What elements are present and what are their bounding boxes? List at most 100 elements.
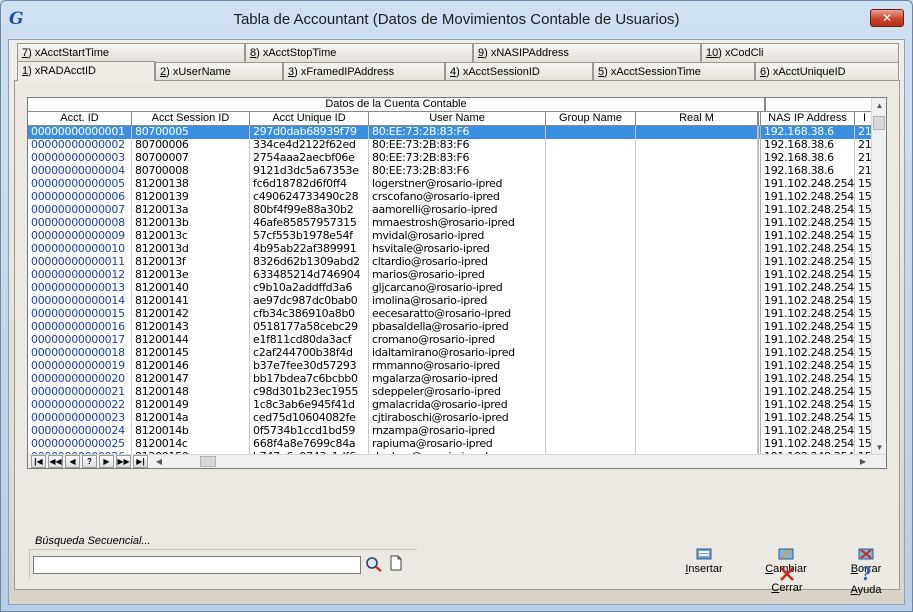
vertical-scrollbar[interactable]: ▲ ▼ xyxy=(871,98,886,456)
table-row[interactable]: 00000000000009 8120013c 57cf553b1978e54f mv… xyxy=(28,230,873,243)
tab-rad-acct-id[interactable]: 1) xRADAcctID xyxy=(17,61,155,81)
tab-label: ) xNASIPAddress xyxy=(484,47,569,59)
table-row[interactable]: 00000000000015 81200142 cfb34c386910a8b0 ee… xyxy=(28,308,873,321)
data-grid[interactable]: Datos de la Cuenta Contable Acct. ID Acct… xyxy=(27,97,887,469)
table-row[interactable]: 00000000000010 8120013d 4b95ab22af389991 hs… xyxy=(28,243,873,256)
table-row[interactable]: 00000000000006 81200139 c490624733490c28 cr… xyxy=(28,191,873,204)
next-page-button[interactable]: ▶▶ xyxy=(116,455,131,468)
col-nas-ip-address-cell: 191.102.248.254 xyxy=(758,386,855,399)
first-record-button[interactable]: |◀ xyxy=(31,455,46,468)
tab-cod-cli[interactable]: 10) xCodCli xyxy=(701,43,899,62)
table-row[interactable]: 00000000000008 8120013b 46afe85857957315 mm… xyxy=(28,217,873,230)
col-user-name-cell: cjtiraboschi@rosario-ipred xyxy=(369,412,546,425)
col-real-m-cell xyxy=(636,217,758,230)
prev-page-button[interactable]: ◀◀ xyxy=(48,455,63,468)
col-nas-ip-address-cell: 191.102.248.254 xyxy=(758,269,855,282)
col-nas-ip-address-header[interactable]: NAS IP Address xyxy=(758,112,855,126)
col-user-name-cell: mvidal@rosario-ipred xyxy=(369,230,546,243)
table-row[interactable]: 00000000000022 81200149 1c8c3ab6e945f41d gm… xyxy=(28,399,873,412)
group-header: Datos de la Cuenta Contable xyxy=(28,98,765,112)
table-row[interactable]: 00000000000007 8120013a 80bf4f99e88a30b2 aa… xyxy=(28,204,873,217)
col-acct-id-header[interactable]: Acct. ID xyxy=(28,112,132,126)
table-row[interactable]: 00000000000013 81200140 c9b10a2addffd3a6 gl… xyxy=(28,282,873,295)
scroll-up-icon[interactable]: ▲ xyxy=(872,98,886,113)
col-group-name-cell xyxy=(546,165,636,178)
table-row[interactable]: 00000000000021 81200148 c98d301b23ec1955 sd… xyxy=(28,386,873,399)
title-bar: G Tabla de Accountant (Datos de Movimien… xyxy=(1,1,912,39)
table-row[interactable]: 00000000000025 8120014c 668f4a8e7699c84a ra… xyxy=(28,438,873,451)
col-acct-session-id-cell: 80700005 xyxy=(132,126,250,139)
table-row[interactable]: 00000000000002 80700006 334ce4d2122f62ed 80… xyxy=(28,139,873,152)
col-group-name-header[interactable]: Group Name xyxy=(546,112,636,126)
col-user-name-cell: marios@rosario-ipred xyxy=(369,269,546,282)
table-row[interactable]: 00000000000020 81200147 bb17bdea7c6bcbb0 mg… xyxy=(28,373,873,386)
col-acct-id-cell: 00000000000009 xyxy=(28,230,132,243)
col-acct-session-id-cell: 80700006 xyxy=(132,139,250,152)
prev-record-button[interactable]: ◀ xyxy=(65,455,80,468)
col-group-name-cell xyxy=(546,347,636,360)
tab-acct-stop-time[interactable]: 8) xAcctStopTime xyxy=(245,43,473,62)
new-document-icon[interactable] xyxy=(389,555,407,573)
tab-user-name[interactable]: 2) xUserName xyxy=(155,62,283,81)
table-row[interactable]: 00000000000024 8120014b 0f5734b1ccd1bd59 rn… xyxy=(28,425,873,438)
tab-acct-start-time[interactable]: 7) xAcctStartTime xyxy=(17,43,245,62)
scroll-down-icon[interactable]: ▼ xyxy=(872,440,886,455)
table-row[interactable]: 00000000000014 81200141 ae97dc987dc0bab0 im… xyxy=(28,295,873,308)
search-label: Búsqueda Secuencial... xyxy=(35,535,151,547)
col-user-name-cell: rapiuma@rosario-ipred xyxy=(369,438,546,451)
next-record-button[interactable]: ▶ xyxy=(99,455,114,468)
search-binoculars-icon[interactable] xyxy=(365,555,383,573)
col-real-m-header[interactable]: Real M xyxy=(636,112,758,126)
table-row[interactable]: 00000000000012 8120013e 633485214d746904 ma… xyxy=(28,269,873,282)
table-row[interactable]: 00000000000003 80700007 2754aaa2aecbf06e 80… xyxy=(28,152,873,165)
search-record-button[interactable]: ? xyxy=(82,455,97,468)
help-question-icon: ? xyxy=(860,564,872,585)
table-row[interactable]: 00000000000004 80700008 9121d3dc5a67353e 80… xyxy=(28,165,873,178)
col-acct-session-id-cell: 81200138 xyxy=(132,178,250,191)
col-acct-id-cell: 00000000000015 xyxy=(28,308,132,321)
cerrar-button[interactable]: Cerrar xyxy=(762,566,812,600)
table-row[interactable]: 00000000000023 8120014a ced75d10604082fe cj… xyxy=(28,412,873,425)
table-row[interactable]: 00000000000005 81200138 fc6d18782d6f0ff4 lo… xyxy=(28,178,873,191)
col-real-m-cell xyxy=(636,438,758,451)
search-input[interactable] xyxy=(33,556,361,574)
table-row[interactable]: 00000000000018 81200145 c2af244700b38f4d id… xyxy=(28,347,873,360)
col-nas-ip-address-cell: 191.102.248.254 xyxy=(758,256,855,269)
tab-acct-session-time[interactable]: 5) xAcctSessionTime xyxy=(593,62,755,81)
col-acct-unique-id-header[interactable]: Acct Unique ID xyxy=(250,112,369,126)
col-real-m-cell xyxy=(636,360,758,373)
col-acct-unique-id-cell: b37e7fee30d57293 xyxy=(250,360,369,373)
insertar-button[interactable]: Insertar xyxy=(679,547,729,581)
col-acct-session-id-cell: 81200141 xyxy=(132,295,250,308)
scroll-left-icon[interactable]: ◀ xyxy=(152,455,166,468)
col-group-name-cell xyxy=(546,399,636,412)
col-user-name-header[interactable]: User Name xyxy=(369,112,546,126)
ayuda-button[interactable]: ? Ayuda xyxy=(841,564,891,598)
tab-acct-session-id[interactable]: 4) xAcctSessionID xyxy=(445,62,593,81)
last-record-button[interactable]: ▶| xyxy=(133,455,148,468)
col-real-m-cell xyxy=(636,334,758,347)
col-acct-id-cell: 00000000000025 xyxy=(28,438,132,451)
scroll-right-icon[interactable]: ▶ xyxy=(856,455,870,468)
col-acct-unique-id-cell: 668f4a8e7699c84a xyxy=(250,438,369,451)
scroll-thumb[interactable] xyxy=(873,116,885,130)
col-nas-ip-address-cell: 192.168.38.6 xyxy=(758,139,855,152)
tab-acct-unique-id[interactable]: 6) xAcctUniqueID xyxy=(755,62,899,81)
close-window-button[interactable]: ✕ xyxy=(870,9,904,27)
col-acct-session-id-header[interactable]: Acct Session ID xyxy=(132,112,250,126)
tab-nas-ip-address[interactable]: 9) xNASIPAddress xyxy=(473,43,701,62)
col-nas-ip-address-cell: 191.102.248.254 xyxy=(758,217,855,230)
table-row[interactable]: 00000000000001 80700005 297d0dab68939f79 80… xyxy=(28,126,873,139)
col-acct-unique-id-cell: fc6d18782d6f0ff4 xyxy=(250,178,369,191)
col-group-name-cell xyxy=(546,256,636,269)
col-acct-session-id-cell: 8120013c xyxy=(132,230,250,243)
table-row[interactable]: 00000000000011 8120013f 8326d62b1309abd2 cl… xyxy=(28,256,873,269)
table-row[interactable]: 00000000000017 81200144 e1f811cd80da3acf cr… xyxy=(28,334,873,347)
horizontal-scroll-thumb[interactable] xyxy=(200,456,216,467)
col-real-m-cell xyxy=(636,204,758,217)
table-row[interactable]: 00000000000016 81200143 0518177a58cebc29 pb… xyxy=(28,321,873,334)
tab-label: ) xAcctSessionID xyxy=(456,66,540,78)
group-header-blank xyxy=(765,98,873,112)
table-row[interactable]: 00000000000019 81200146 b37e7fee30d57293 rm… xyxy=(28,360,873,373)
tab-framed-ip-address[interactable]: 3) xFramedIPAddress xyxy=(283,62,445,81)
